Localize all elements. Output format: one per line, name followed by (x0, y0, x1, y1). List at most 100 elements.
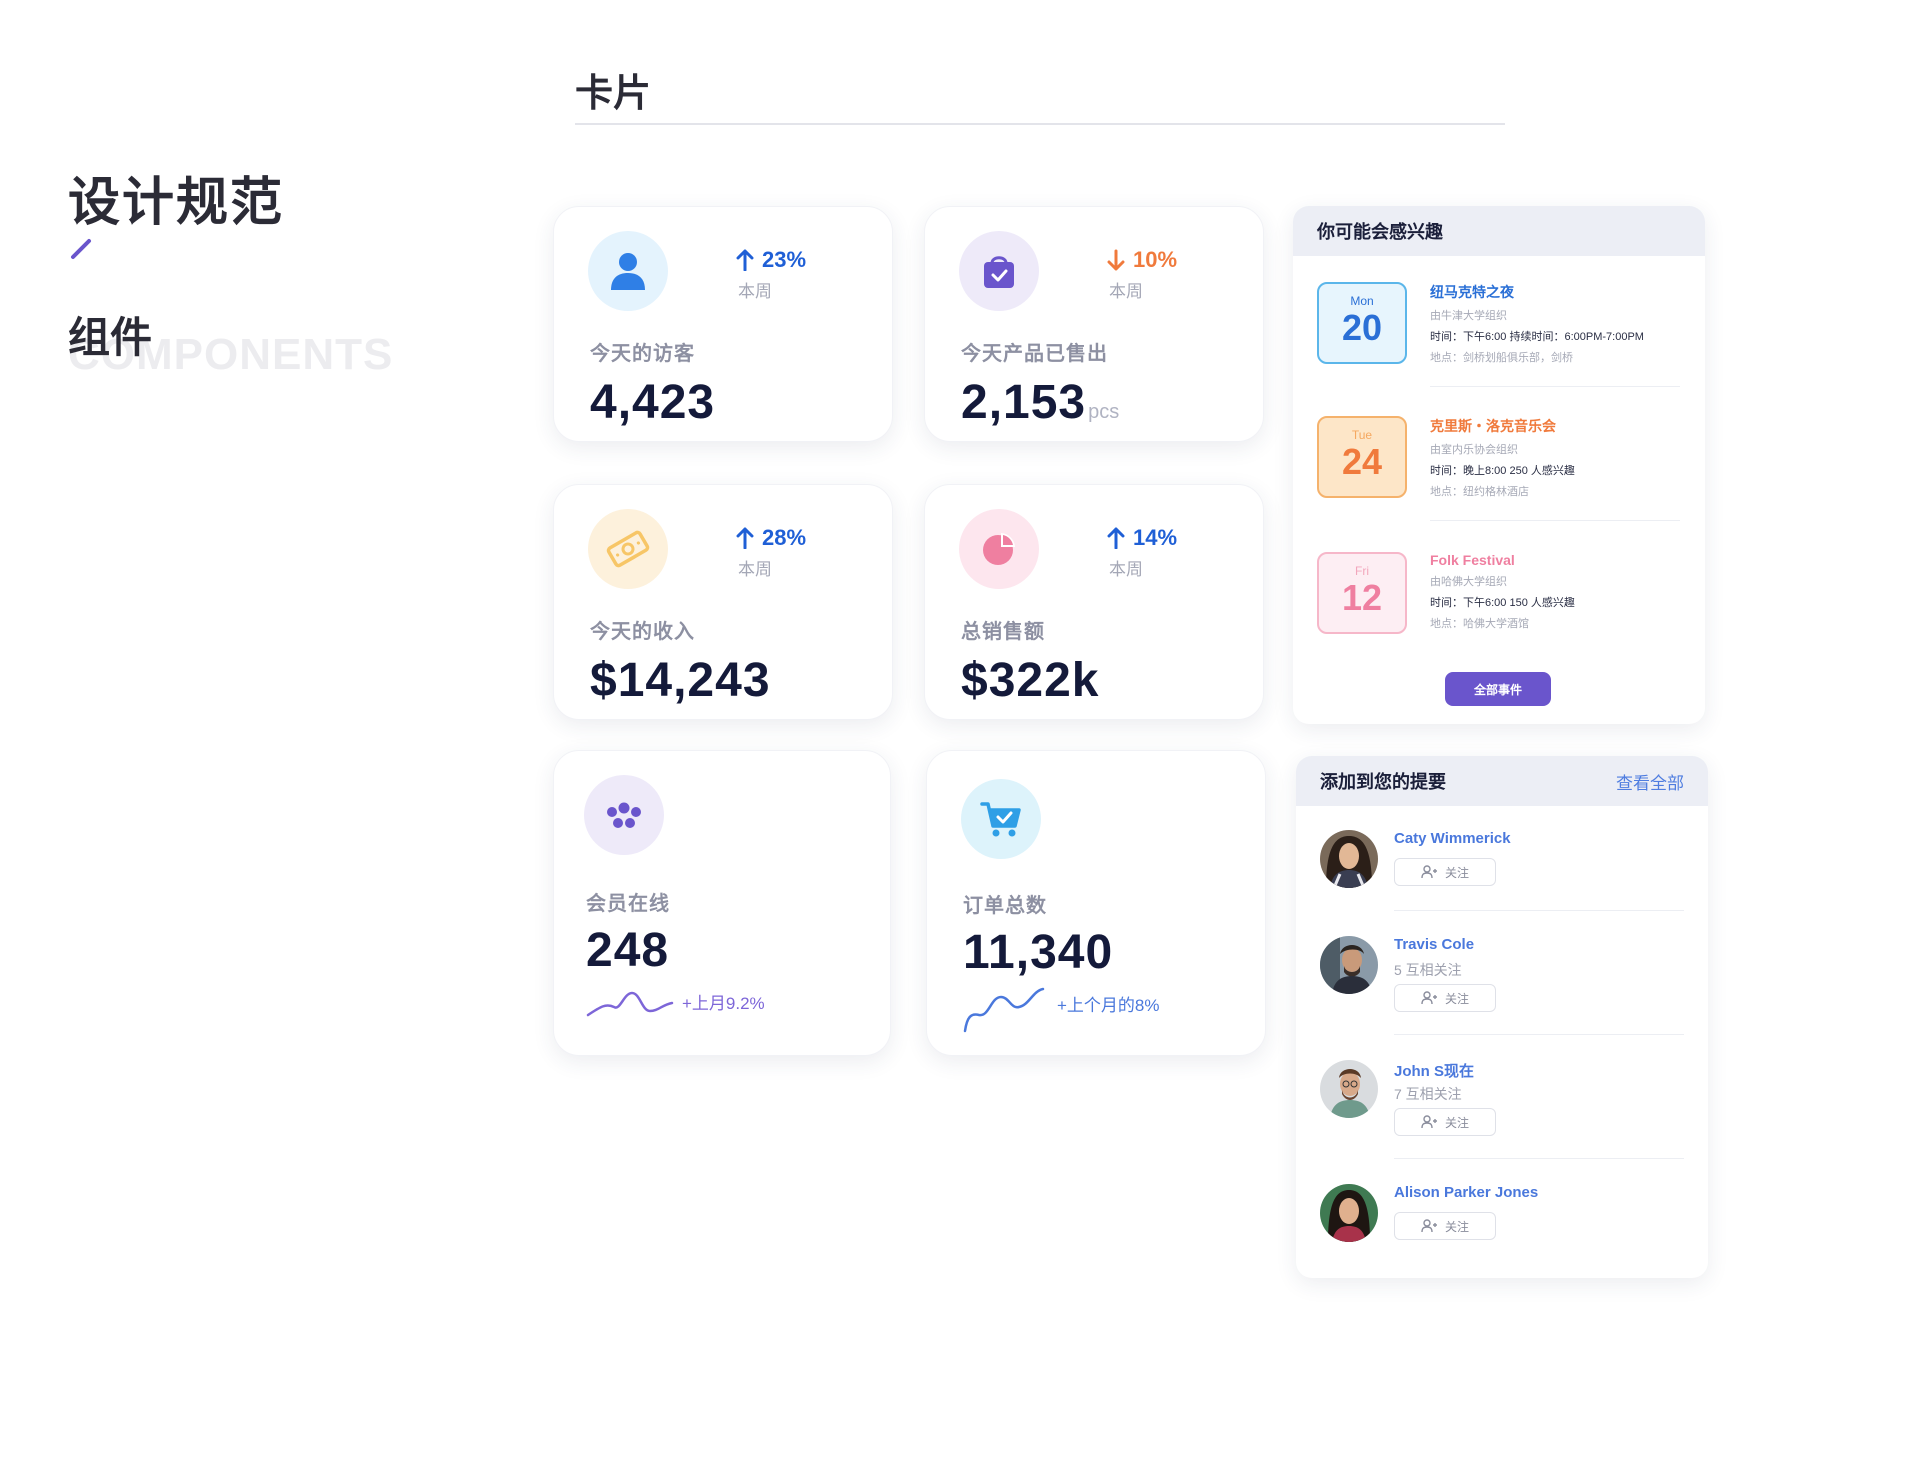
follow-button[interactable]: 关注 (1394, 1108, 1496, 1136)
event-day: 24 (1341, 441, 1383, 482)
sparkline-label: +上月9.2% (682, 994, 765, 1013)
arrow-up-icon (736, 527, 754, 549)
event-day: 20 (1341, 307, 1383, 348)
sparkline-chart (963, 987, 1045, 1033)
accent-slash-icon (71, 239, 91, 259)
arrow-up-icon (736, 249, 754, 271)
page-heading: 设计规范 (68, 174, 285, 232)
follow-button[interactable]: 关注 (1394, 1212, 1496, 1240)
stat-card-members-online[interactable]: 会员在线 248 +上月9.2% (553, 750, 891, 1056)
trend-value: 28% (762, 525, 807, 550)
follow-button[interactable]: 关注 (1394, 984, 1496, 1012)
view-all-link[interactable]: 查看全部 (1616, 769, 1684, 794)
arrow-down-icon (1107, 249, 1125, 271)
stat-card-income[interactable]: 28% 本周 今天的收入 $14,243 (553, 484, 893, 720)
sparkline-chart (586, 991, 674, 1017)
event-weekday: Fri (1355, 564, 1369, 578)
stat-card-total-orders[interactable]: 订单总数 11,340 +上个月的8% (926, 750, 1266, 1056)
follow-label: 关注 (1444, 865, 1469, 880)
interests-panel-header: 你可能会感兴趣 (1293, 206, 1705, 256)
panel-title: 你可能会感兴趣 (1317, 222, 1443, 242)
trend-products-sold: 10% 本周 (1107, 247, 1217, 302)
panel-title: 添加到您的提要 (1320, 772, 1446, 792)
section-title: 卡片 (575, 73, 652, 115)
event-title[interactable]: Folk Festival (1430, 552, 1680, 568)
suggested-person: Alison Parker Jones 关注 (1320, 1184, 1690, 1254)
stat-label: 会员在线 (586, 893, 670, 915)
person-name[interactable]: Caty Wimmerick (1394, 830, 1511, 847)
event-info: Folk Festival 由哈佛大学组织 时间：下午6:00 150 人感兴趣… (1430, 552, 1680, 631)
event-title[interactable]: 纽马克特之夜 (1430, 282, 1680, 302)
event-weekday: Tue (1351, 428, 1373, 442)
stat-label: 总销售额 (961, 621, 1045, 643)
event-organizer: 由牛津大学组织 (1430, 310, 1507, 322)
add-user-icon (1421, 865, 1437, 879)
trend-visitors: 23% 本周 (736, 247, 846, 302)
person-name[interactable]: Alison Parker Jones (1394, 1184, 1538, 1201)
stat-value: $14,243 (590, 654, 771, 707)
event-info: 纽马克特之夜 由牛津大学组织 时间：下午6:00 持续时间：6:00PM-7:0… (1430, 282, 1680, 365)
event-item[interactable]: Mon 20 纽马克特之夜 由牛津大学组织 时间：下午6:00 持续时间：6:0… (1317, 282, 1681, 392)
person-divider (1394, 910, 1684, 911)
stat-value: 2,153 (961, 376, 1087, 429)
avatar[interactable] (1320, 830, 1378, 888)
stat-card-products-sold[interactable]: 10% 本周 今天产品已售出 2,153 pcs (924, 206, 1264, 442)
avatar[interactable] (1320, 936, 1378, 994)
event-time: 时间：下午6:00 持续时间：6:00PM-7:00PM (1430, 331, 1644, 343)
stat-value: 11,340 (963, 926, 1114, 979)
event-date-badge: Fri 12 (1317, 552, 1407, 634)
trend-value: 10% (1133, 247, 1178, 272)
event-date-badge: Tue 24 (1317, 416, 1407, 498)
stat-label: 今天产品已售出 (961, 343, 1108, 365)
person-divider (1394, 1034, 1684, 1035)
event-title[interactable]: 克里斯・洛克音乐会 (1430, 416, 1680, 436)
mutual-followers: 5 互相关注 (1394, 962, 1462, 978)
person-name[interactable]: John S现在 (1394, 1060, 1474, 1081)
event-divider (1430, 520, 1680, 521)
pie-chart-icon (959, 509, 1039, 589)
stat-label: 今天的访客 (590, 343, 695, 365)
person-name[interactable]: Travis Cole (1394, 936, 1474, 953)
trend-value: 14% (1133, 525, 1178, 550)
event-date-badge: Mon 20 (1317, 282, 1407, 364)
avatar[interactable] (1320, 1060, 1378, 1118)
stat-unit: pcs (1088, 401, 1120, 423)
suggested-person: John S现在 7 互相关注 关注 (1320, 1060, 1690, 1140)
event-organizer: 由室内乐协会组织 (1430, 444, 1518, 456)
event-time: 时间：晚上8:00 250 人感兴趣 (1430, 465, 1575, 477)
stat-value: 4,423 (590, 376, 716, 429)
user-icon (588, 231, 668, 311)
event-location: 地点：剑桥划船俱乐部，剑桥 (1430, 352, 1573, 364)
group-icon (584, 775, 664, 855)
sparkline-label: +上个月的8% (1057, 996, 1160, 1015)
stat-value: $322k (961, 654, 1100, 707)
section-divider (575, 123, 1505, 125)
cart-icon (961, 779, 1041, 859)
event-organizer: 由哈佛大学组织 (1430, 576, 1507, 588)
add-user-icon (1421, 991, 1437, 1005)
trend-period: 本周 (738, 282, 772, 301)
trend-income: 28% 本周 (736, 525, 846, 580)
stat-card-total-sales[interactable]: 14% 本周 总销售额 $322k (924, 484, 1264, 720)
all-events-button[interactable]: 全部事件 (1445, 672, 1551, 706)
stat-label: 订单总数 (963, 895, 1047, 917)
trend-value: 23% (762, 247, 807, 272)
follow-button[interactable]: 关注 (1394, 858, 1496, 886)
money-icon (588, 509, 668, 589)
feed-panel-header: 添加到您的提要 查看全部 (1296, 756, 1708, 806)
person-divider (1394, 1158, 1684, 1159)
feed-suggestions-panel: 添加到您的提要 查看全部 Caty Wimmerick 关注 Travis Co… (1296, 756, 1708, 1278)
trend-period: 本周 (1109, 282, 1143, 301)
event-item[interactable]: Tue 24 克里斯・洛克音乐会 由室内乐协会组织 时间：晚上8:00 250 … (1317, 416, 1681, 526)
interests-panel: 你可能会感兴趣 Mon 20 纽马克特之夜 由牛津大学组织 时间：下午6:00 … (1293, 206, 1705, 724)
event-location: 地点：纽约格林酒店 (1430, 486, 1529, 498)
event-item[interactable]: Fri 12 Folk Festival 由哈佛大学组织 时间：下午6:00 1… (1317, 552, 1681, 662)
event-time: 时间：下午6:00 150 人感兴趣 (1430, 597, 1575, 609)
stat-label: 今天的收入 (590, 621, 695, 643)
trend-period: 本周 (738, 560, 772, 579)
stat-value-row: 2,153 pcs (961, 375, 1119, 430)
avatar[interactable] (1320, 1184, 1378, 1242)
add-user-icon (1421, 1115, 1437, 1129)
stat-card-visitors[interactable]: 23% 本周 今天的访客 4,423 (553, 206, 893, 442)
follow-label: 关注 (1444, 1219, 1469, 1234)
